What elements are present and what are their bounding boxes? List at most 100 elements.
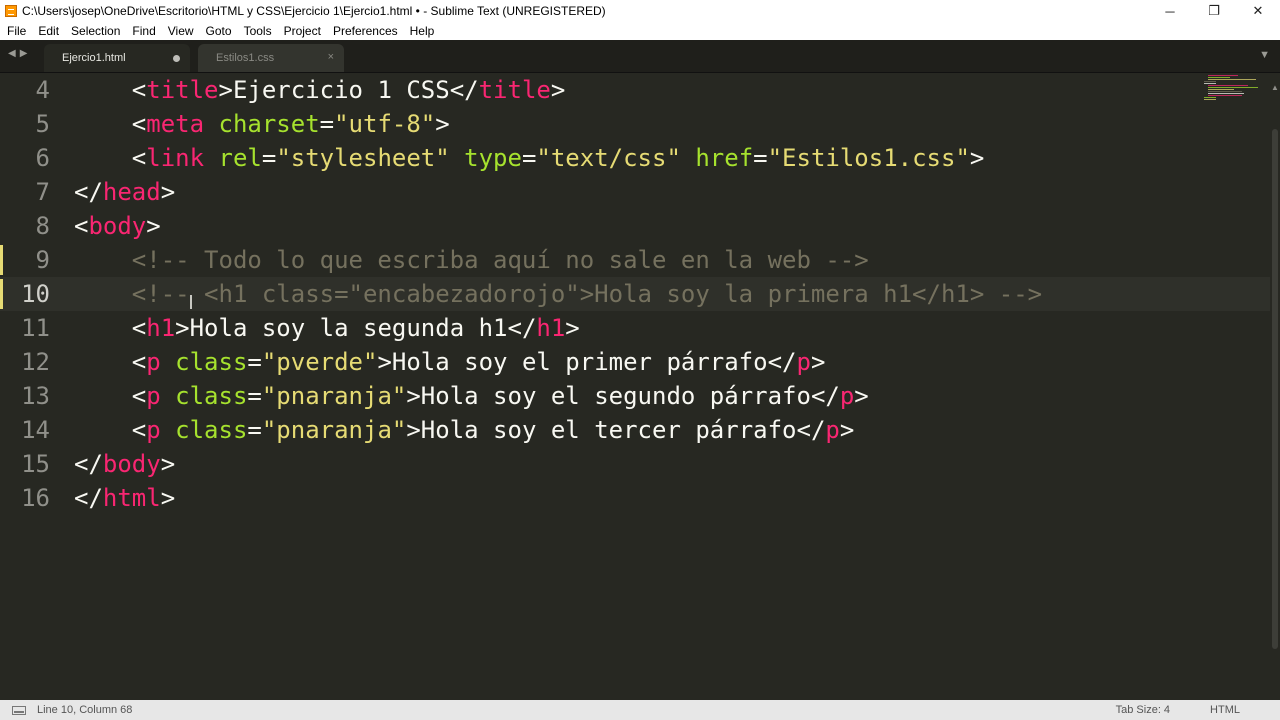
code-token: p bbox=[839, 382, 855, 410]
minimize-button[interactable]: ─ bbox=[1148, 0, 1192, 22]
code-area[interactable]: <title>Ejercicio 1 CSS</title> <meta cha… bbox=[74, 73, 1198, 700]
minimap-line bbox=[1204, 99, 1216, 100]
tab-label: Ejercio1.html bbox=[62, 52, 126, 64]
code-token: </ bbox=[74, 484, 103, 512]
code-token: > bbox=[160, 178, 176, 206]
code-token: = bbox=[247, 416, 262, 444]
code-token: < bbox=[74, 314, 147, 342]
code-token: < bbox=[74, 110, 147, 138]
code-line: <h1>Hola soy la segunda h1</h1> bbox=[74, 311, 580, 345]
code-token: >Hola soy el tercer párrafo</ bbox=[406, 416, 826, 444]
menu-view[interactable]: View bbox=[162, 24, 200, 38]
minimap-line bbox=[1204, 97, 1216, 98]
code-token: > bbox=[854, 382, 869, 410]
code-token: </ bbox=[74, 450, 103, 478]
minimap[interactable] bbox=[1204, 73, 1260, 113]
code-token: "pverde" bbox=[261, 348, 378, 376]
code-token: p bbox=[146, 416, 161, 444]
code-token: > bbox=[160, 484, 176, 512]
menu-tools[interactable]: Tools bbox=[238, 24, 278, 38]
code-token: < bbox=[74, 144, 147, 172]
code-line: <!-- <h1 class="encabezadorojo">Hola soy… bbox=[74, 277, 1042, 311]
vertical-scrollbar[interactable]: ▲ bbox=[1270, 73, 1280, 700]
minimap-line bbox=[1208, 87, 1258, 88]
line-number: 7 bbox=[35, 178, 50, 206]
line-number: 9 bbox=[35, 246, 50, 274]
code-token: body bbox=[102, 450, 161, 478]
code-token: > bbox=[146, 212, 161, 240]
scroll-thumb[interactable] bbox=[1272, 129, 1278, 649]
menu-help[interactable]: Help bbox=[404, 24, 441, 38]
code-line: <p class="pnaranja">Hola soy el tercer p… bbox=[74, 413, 855, 447]
minimap-line bbox=[1208, 85, 1248, 86]
line-number: 15 bbox=[21, 450, 50, 478]
code-token: p bbox=[796, 348, 811, 376]
code-token: < bbox=[74, 382, 147, 410]
code-token: "utf-8" bbox=[334, 110, 436, 138]
tab-label: Estilos1.css bbox=[216, 52, 275, 64]
line-number: 4 bbox=[35, 76, 50, 104]
code-token: head bbox=[102, 178, 161, 206]
scroll-up-icon[interactable]: ▲ bbox=[1271, 83, 1279, 92]
minimap-line bbox=[1204, 81, 1216, 82]
code-editor[interactable]: 4 5 6 7 8 9 10 11 12 13 14 15 16 <title>Ejercicio 1 … bbox=[0, 73, 1270, 700]
code-token: "Estilos1.css" bbox=[767, 144, 970, 172]
line-number: 16 bbox=[21, 484, 50, 512]
minimap-line bbox=[1208, 89, 1234, 90]
tab-estilos1-css[interactable]: Estilos1.css × bbox=[198, 44, 344, 72]
code-token: href bbox=[695, 144, 754, 172]
code-line: <p class="pnaranja">Hola soy el segundo … bbox=[74, 379, 869, 413]
code-token: = bbox=[521, 144, 537, 172]
status-right: Tab Size: 4 HTML bbox=[1116, 700, 1280, 720]
code-token: rel bbox=[218, 144, 262, 172]
code-token: "stylesheet" bbox=[276, 144, 450, 172]
code-token: > bbox=[969, 144, 985, 172]
code-token: </ bbox=[74, 178, 103, 206]
tab-dropdown-icon[interactable]: ▼ bbox=[1259, 49, 1270, 61]
code-token: class bbox=[175, 382, 248, 410]
code-token: "text/css" bbox=[536, 144, 681, 172]
unsaved-dot-icon[interactable] bbox=[173, 55, 180, 62]
tab-close-icon[interactable]: × bbox=[328, 51, 334, 63]
menu-project[interactable]: Project bbox=[278, 24, 327, 38]
code-line: <meta charset="utf-8"> bbox=[74, 107, 450, 141]
title-bar: C:\Users\josep\OneDrive\Escritorio\HTML … bbox=[0, 0, 1280, 22]
close-button[interactable]: ✕ bbox=[1236, 0, 1280, 22]
menu-edit[interactable]: Edit bbox=[32, 24, 65, 38]
cursor-position: Line 10, Column 68 bbox=[37, 704, 133, 716]
code-token: = bbox=[261, 144, 277, 172]
code-token: p bbox=[146, 348, 161, 376]
minimap-line bbox=[1208, 91, 1242, 92]
code-token: = bbox=[247, 382, 262, 410]
code-token: >Hola soy la segunda h1</ bbox=[175, 314, 537, 342]
window-controls: ─ ❐ ✕ bbox=[1148, 0, 1280, 22]
menu-find[interactable]: Find bbox=[126, 24, 161, 38]
line-number: 6 bbox=[35, 144, 50, 172]
code-line: <p class="pverde">Hola soy el primer pár… bbox=[74, 345, 826, 379]
tab-ejercio1-html[interactable]: Ejercio1.html bbox=[44, 44, 190, 72]
window-title: C:\Users\josep\OneDrive\Escritorio\HTML … bbox=[22, 4, 606, 18]
code-token: > bbox=[435, 110, 450, 138]
modified-line-marker bbox=[0, 245, 3, 275]
code-token: < bbox=[74, 416, 147, 444]
code-token: h1 bbox=[536, 314, 566, 342]
menu-preferences[interactable]: Preferences bbox=[327, 24, 404, 38]
menu-bar: File Edit Selection Find View Goto Tools… bbox=[0, 22, 1280, 40]
code-line: </head> bbox=[74, 175, 175, 209]
menu-goto[interactable]: Goto bbox=[200, 24, 238, 38]
menu-file[interactable]: File bbox=[1, 24, 32, 38]
code-token: html bbox=[102, 484, 161, 512]
tab-nav-right-icon[interactable]: ▶ bbox=[20, 48, 28, 59]
mouse-ibeam-cursor bbox=[190, 295, 192, 309]
panel-toggle-icon[interactable] bbox=[12, 705, 26, 715]
code-token: < bbox=[74, 348, 147, 376]
syntax-indicator[interactable]: HTML bbox=[1210, 704, 1240, 716]
tab-nav-left-icon[interactable]: ◀ bbox=[8, 48, 16, 59]
menu-selection[interactable]: Selection bbox=[65, 24, 126, 38]
tab-size-indicator[interactable]: Tab Size: 4 bbox=[1116, 704, 1170, 716]
restore-button[interactable]: ❐ bbox=[1192, 0, 1236, 22]
code-token: class bbox=[175, 348, 248, 376]
code-line: <title>Ejercicio 1 CSS</title> bbox=[74, 73, 566, 107]
